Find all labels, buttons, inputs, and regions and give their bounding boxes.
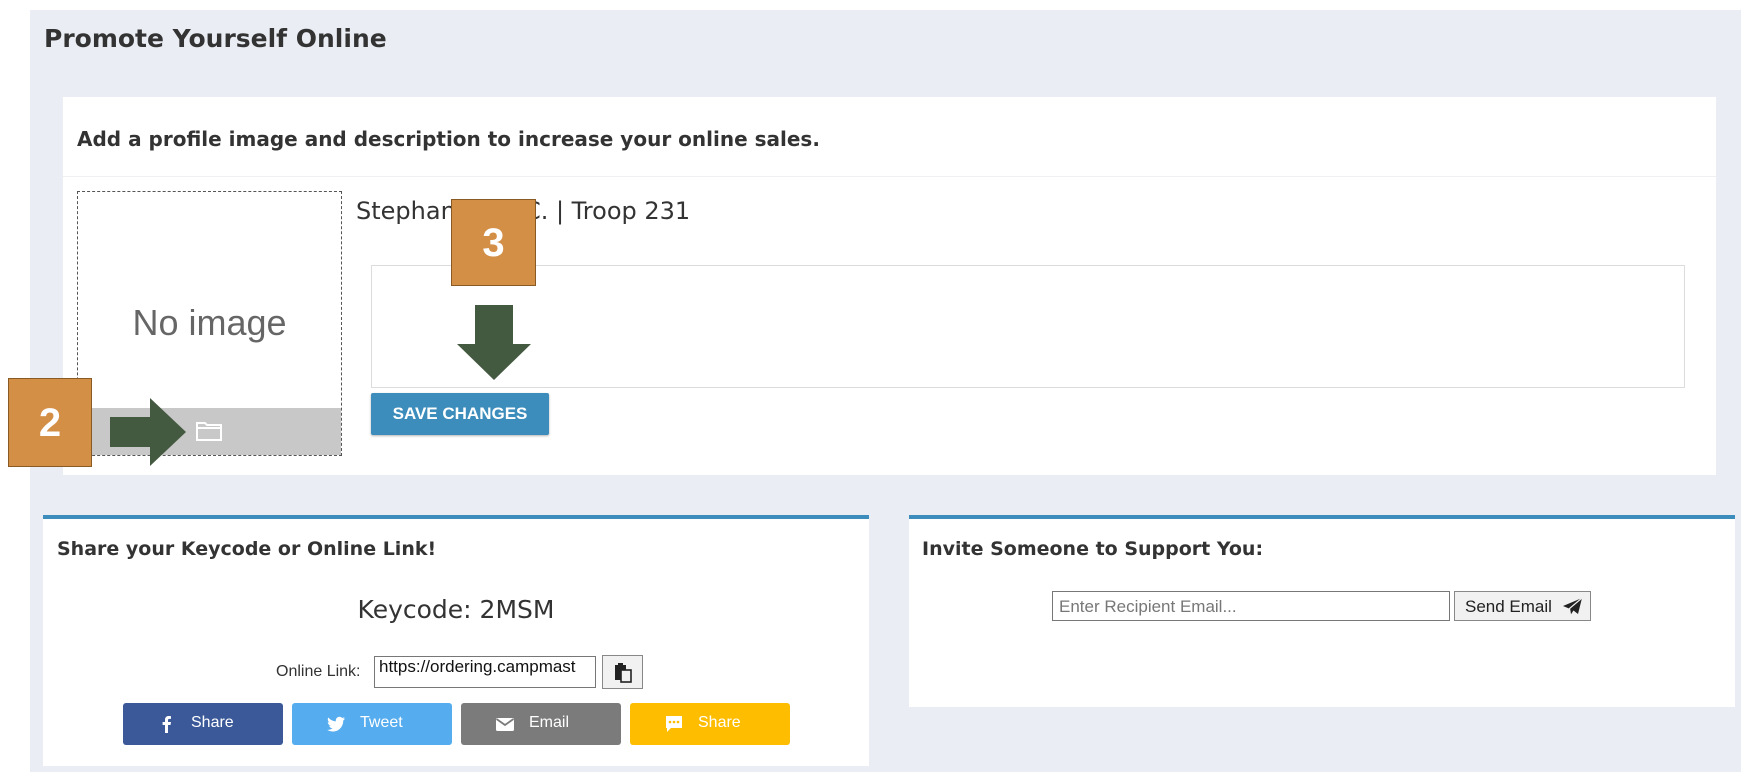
twitter-tweet-button[interactable]: Tweet: [292, 703, 452, 745]
facebook-share-label: Share: [191, 714, 234, 731]
sms-share-label: Share: [698, 714, 741, 731]
email-share-button[interactable]: Email: [461, 703, 621, 745]
keycode-text: Keycode: 2MSM: [357, 595, 555, 624]
arrow-down-icon: [457, 305, 531, 380]
profile-description-input[interactable]: [371, 265, 1685, 388]
page-title: Promote Yourself Online: [44, 24, 387, 53]
sms-icon: [666, 716, 682, 732]
paper-plane-icon: [1563, 598, 1583, 616]
facebook-icon: [162, 716, 171, 733]
copy-link-button[interactable]: [602, 655, 643, 689]
no-image-placeholder: No image: [132, 302, 287, 343]
profile-panel-header: Add a profile image and description to i…: [63, 97, 1716, 177]
clipboard-icon: [615, 663, 632, 683]
recipient-email-input[interactable]: Enter Recipient Email...: [1052, 591, 1450, 621]
facebook-share-button[interactable]: Share: [123, 703, 283, 745]
invite-panel-header: Invite Someone to Support You:: [922, 538, 1264, 560]
twitter-tweet-label: Tweet: [360, 714, 403, 731]
email-share-label: Email: [529, 714, 570, 731]
profile-panel-header-text: Add a profile image and description to i…: [77, 127, 820, 151]
callout-badge-3: 3: [451, 199, 536, 286]
folder-icon[interactable]: [196, 421, 222, 441]
callout-badge-2: 2: [8, 378, 92, 467]
envelope-icon: [495, 718, 515, 731]
share-panel: Share your Keycode or Online Link! Keyco…: [43, 515, 869, 766]
sms-share-button[interactable]: Share: [630, 703, 790, 745]
send-email-button[interactable]: Send Email: [1454, 591, 1591, 621]
recipient-email-placeholder: Enter Recipient Email...: [1059, 597, 1237, 616]
invite-panel: Invite Someone to Support You: Enter Rec…: [909, 515, 1735, 707]
online-link-input[interactable]: https://ordering.campmast: [374, 656, 596, 688]
twitter-icon: [327, 716, 345, 732]
arrow-right-icon: [110, 398, 186, 466]
save-changes-button[interactable]: SAVE CHANGES: [371, 393, 549, 435]
online-link-label: Online Link:: [276, 663, 361, 680]
send-email-label: Send Email: [1465, 597, 1552, 616]
share-panel-header: Share your Keycode or Online Link!: [57, 538, 437, 560]
